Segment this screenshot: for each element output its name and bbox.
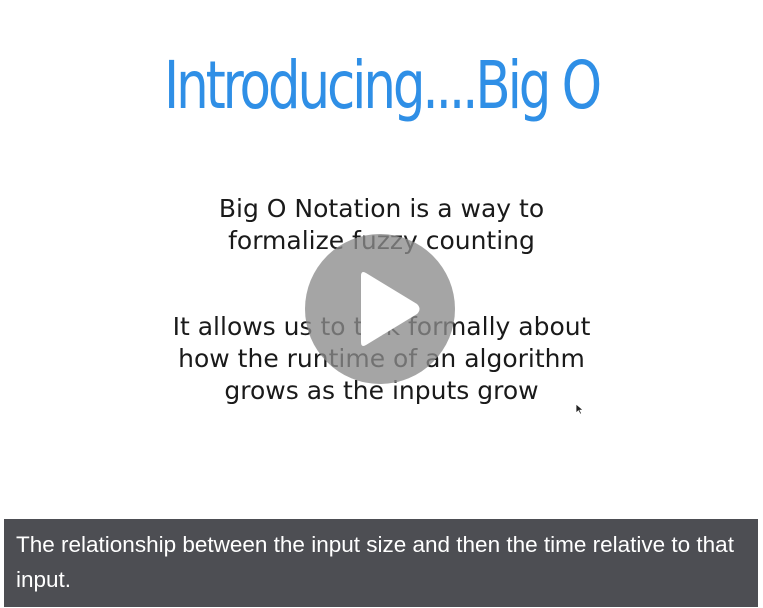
video-player[interactable]: Introducing....Big O Big O Notation is a… [0, 0, 763, 608]
mouse-pointer-icon [575, 403, 585, 415]
caption-bar: The relationship between the input size … [4, 519, 758, 607]
slide-text-line: Big O Notation is a way to [218, 194, 545, 223]
play-button[interactable] [305, 234, 455, 384]
caption-text: The relationship between the input size … [16, 532, 734, 592]
slide-title: Introducing....Big O [164, 47, 602, 124]
play-icon [361, 272, 420, 346]
